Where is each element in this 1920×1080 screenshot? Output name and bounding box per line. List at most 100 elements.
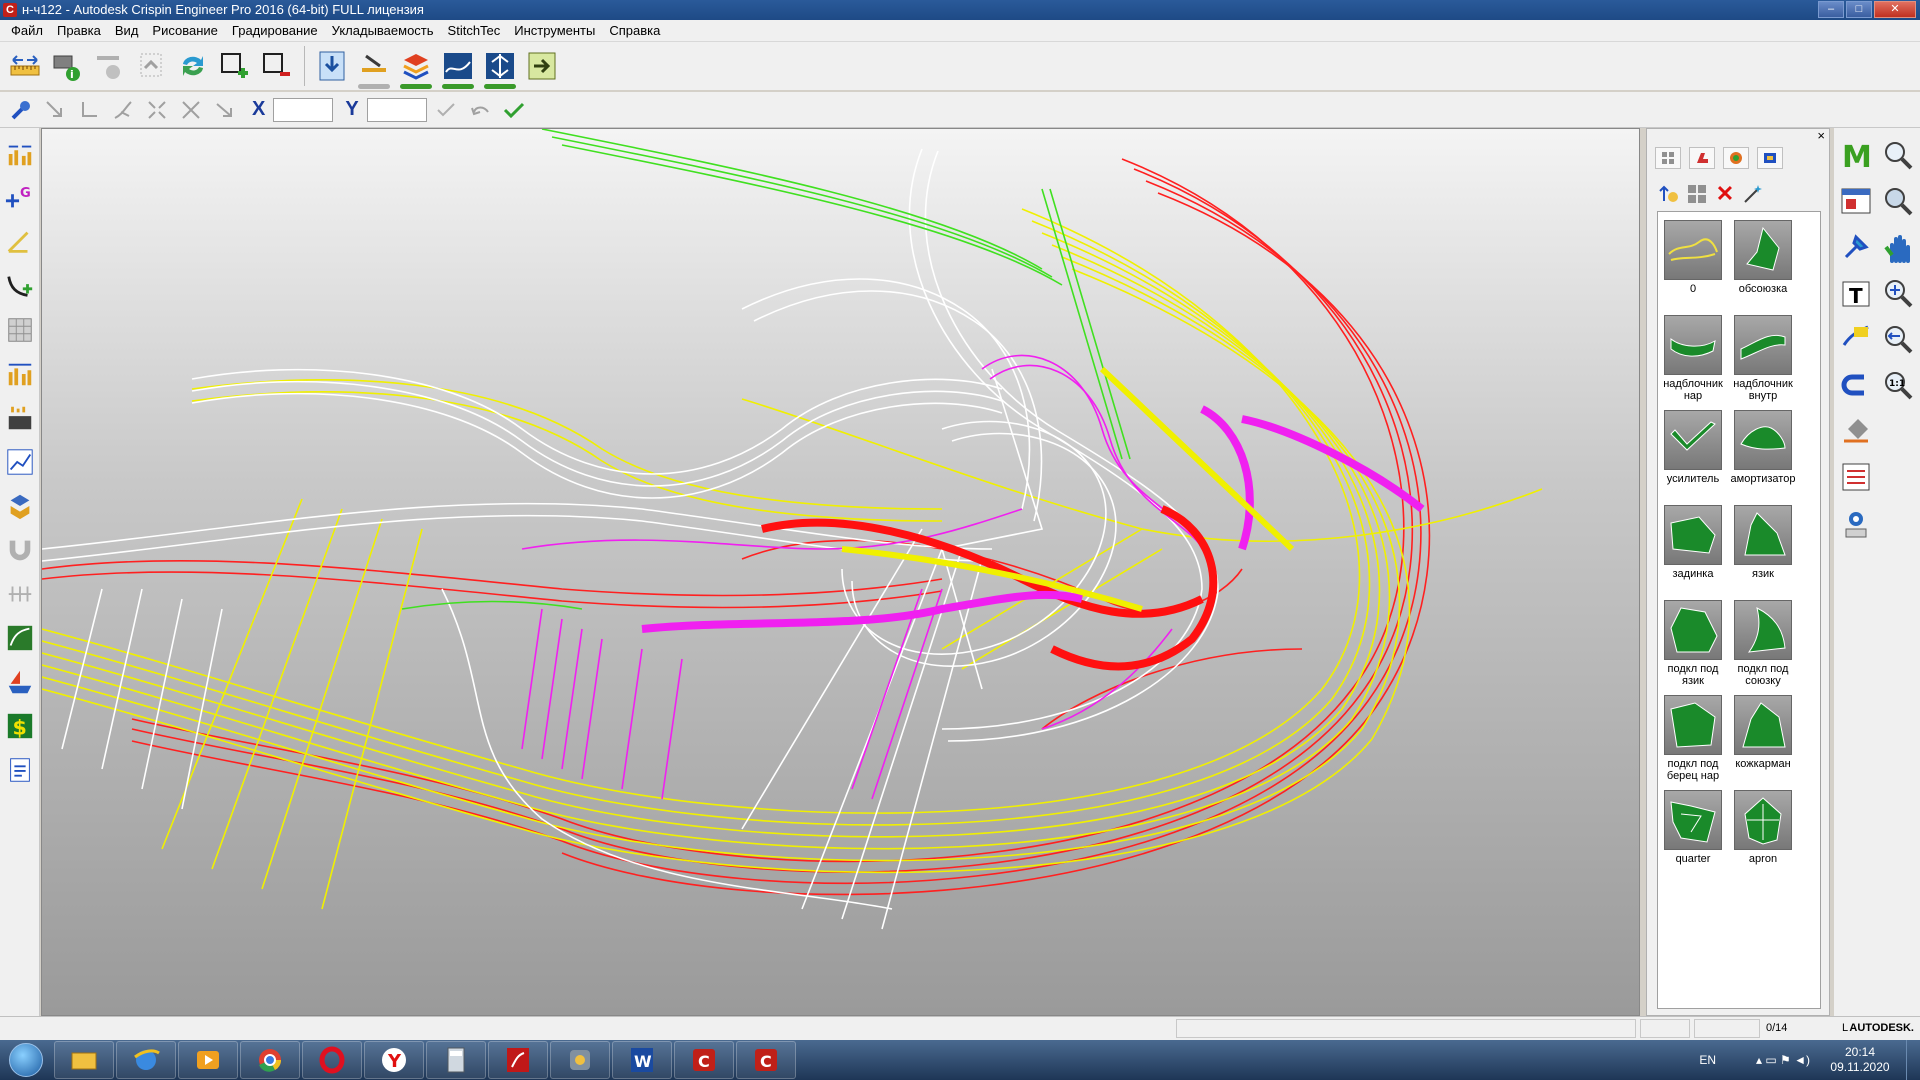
symmetry-button[interactable] <box>481 47 519 89</box>
piece-item[interactable]: подкл под союзку <box>1728 600 1798 695</box>
remove-piece-button[interactable] <box>258 47 296 85</box>
maximize-button[interactable]: □ <box>1846 1 1872 18</box>
left-tool-6[interactable] <box>3 356 37 392</box>
taskbar-word[interactable]: W <box>612 1041 672 1079</box>
piece-item[interactable]: подкл под язик <box>1658 600 1728 695</box>
layers-button[interactable] <box>397 47 435 89</box>
piece-item[interactable]: усилитель <box>1658 410 1728 505</box>
left-tool-7[interactable] <box>3 400 37 436</box>
zoom-window-button[interactable] <box>1880 182 1916 220</box>
measure-button[interactable] <box>6 47 44 85</box>
taskbar-ie[interactable] <box>116 1041 176 1079</box>
taskbar-media[interactable] <box>178 1041 238 1079</box>
shoe-pattern-drawing[interactable] <box>42 129 1640 1016</box>
import-button[interactable] <box>313 47 351 85</box>
piece-item[interactable]: apron <box>1728 790 1798 885</box>
panel-close-button[interactable]: × <box>1817 128 1825 143</box>
sort-button[interactable] <box>1657 181 1681 207</box>
comment-button[interactable] <box>1838 320 1874 358</box>
list-button[interactable] <box>1838 458 1874 496</box>
piece-item[interactable]: надблочник внутр <box>1728 315 1798 410</box>
zoom-in-button[interactable] <box>1880 274 1916 312</box>
left-tool-5[interactable] <box>3 312 37 348</box>
taskbar-explorer[interactable] <box>54 1041 114 1079</box>
curves-button[interactable] <box>439 47 477 89</box>
piece-item[interactable]: обсоюзка <box>1728 220 1798 315</box>
piece-item[interactable]: амортизатор <box>1728 410 1798 505</box>
left-tool-3[interactable] <box>3 224 37 260</box>
left-tool-1[interactable] <box>3 136 37 172</box>
taskbar-crispin-2[interactable]: C <box>736 1041 796 1079</box>
menu-view[interactable]: Вид <box>108 20 146 42</box>
taskbar-opera[interactable] <box>302 1041 362 1079</box>
left-tool-2[interactable]: G <box>3 180 37 216</box>
left-tool-8[interactable] <box>3 444 37 480</box>
taskbar-yandex[interactable]: Y <box>364 1041 424 1079</box>
close-window-button[interactable]: ✕ <box>1874 1 1916 18</box>
tab-components[interactable] <box>1723 147 1749 169</box>
add-piece-button[interactable] <box>216 47 254 85</box>
window-title-bar[interactable]: C н-ч122 - Autodesk Crispin Engineer Pro… <box>0 0 1920 20</box>
cross-tool-button[interactable] <box>176 95 206 125</box>
window-layout-button[interactable] <box>1838 182 1874 220</box>
menu-stitchtec[interactable]: StitchTec <box>441 20 508 42</box>
menu-flattening[interactable]: Укладываемость <box>325 20 441 42</box>
piece-item[interactable]: задинка <box>1658 505 1728 600</box>
left-tool-11[interactable] <box>3 576 37 612</box>
zoom-previous-button[interactable] <box>1880 320 1916 358</box>
x-coord-input[interactable] <box>273 97 334 122</box>
left-tool-15[interactable] <box>3 752 37 788</box>
point-tool-button[interactable] <box>40 95 70 125</box>
flatten-button[interactable] <box>355 47 393 89</box>
taskbar-tool[interactable] <box>550 1041 610 1079</box>
wrench-button[interactable] <box>6 95 36 125</box>
minimize-button[interactable]: – <box>1818 1 1844 18</box>
left-tool-13[interactable] <box>3 664 37 700</box>
pan-button[interactable] <box>1880 228 1916 266</box>
piece-item[interactable]: quarter <box>1658 790 1728 885</box>
tab-grid-view[interactable] <box>1655 147 1681 169</box>
piece-item[interactable]: язик <box>1728 505 1798 600</box>
left-tool-10[interactable] <box>3 532 37 568</box>
piece-item[interactable]: надблочник нар <box>1658 315 1728 410</box>
design-viewport[interactable] <box>41 128 1640 1016</box>
tab-shoe-view[interactable] <box>1689 147 1715 169</box>
y-coord-input[interactable] <box>366 97 427 122</box>
menu-draw[interactable]: Рисование <box>145 20 224 42</box>
magnet-tool-button[interactable] <box>1838 366 1874 404</box>
left-tool-4[interactable] <box>3 268 37 304</box>
show-desktop-button[interactable] <box>1906 1040 1920 1080</box>
left-tool-12[interactable] <box>3 620 37 656</box>
menu-file[interactable]: Файл <box>4 20 50 42</box>
apply-disabled-button[interactable] <box>431 95 461 125</box>
taskbar-acrobat[interactable] <box>488 1041 548 1079</box>
tray-icons[interactable]: ▴ ▭ ⚑ ◄) <box>1756 1053 1810 1067</box>
taskbar-crispin-1[interactable]: C <box>674 1041 734 1079</box>
model-button[interactable]: M <box>1838 136 1874 174</box>
settings-button[interactable] <box>1838 504 1874 542</box>
pin-button[interactable] <box>1838 228 1874 266</box>
clock[interactable]: 20:14 09.11.2020 <box>1820 1045 1900 1075</box>
export-button[interactable] <box>523 47 561 85</box>
magic-button[interactable] <box>1741 181 1765 207</box>
confirm-button[interactable] <box>499 95 529 125</box>
start-button[interactable] <box>0 1040 52 1080</box>
taskbar-chrome[interactable] <box>240 1041 300 1079</box>
zoom-actual-button[interactable]: 1:1 <box>1880 366 1916 404</box>
undo-disabled-button[interactable] <box>132 47 170 85</box>
paint-button[interactable] <box>1838 412 1874 450</box>
thumbnail-view-button[interactable] <box>1685 181 1709 207</box>
tab-materials[interactable] <box>1757 147 1783 169</box>
menu-grading[interactable]: Градирование <box>225 20 325 42</box>
taskbar-calculator[interactable] <box>426 1041 486 1079</box>
delete-piece-button[interactable]: ✕ <box>1713 181 1737 207</box>
language-indicator[interactable]: EN <box>1699 1053 1716 1067</box>
branch-tool-button[interactable] <box>108 95 138 125</box>
left-tool-9[interactable] <box>3 488 37 524</box>
zoom-button[interactable] <box>1880 136 1916 174</box>
info-disabled-button[interactable] <box>90 47 128 85</box>
corner-tool-button[interactable] <box>74 95 104 125</box>
scatter-tool-button[interactable] <box>142 95 172 125</box>
menu-edit[interactable]: Правка <box>50 20 108 42</box>
arrow-tool-button[interactable] <box>210 95 240 125</box>
